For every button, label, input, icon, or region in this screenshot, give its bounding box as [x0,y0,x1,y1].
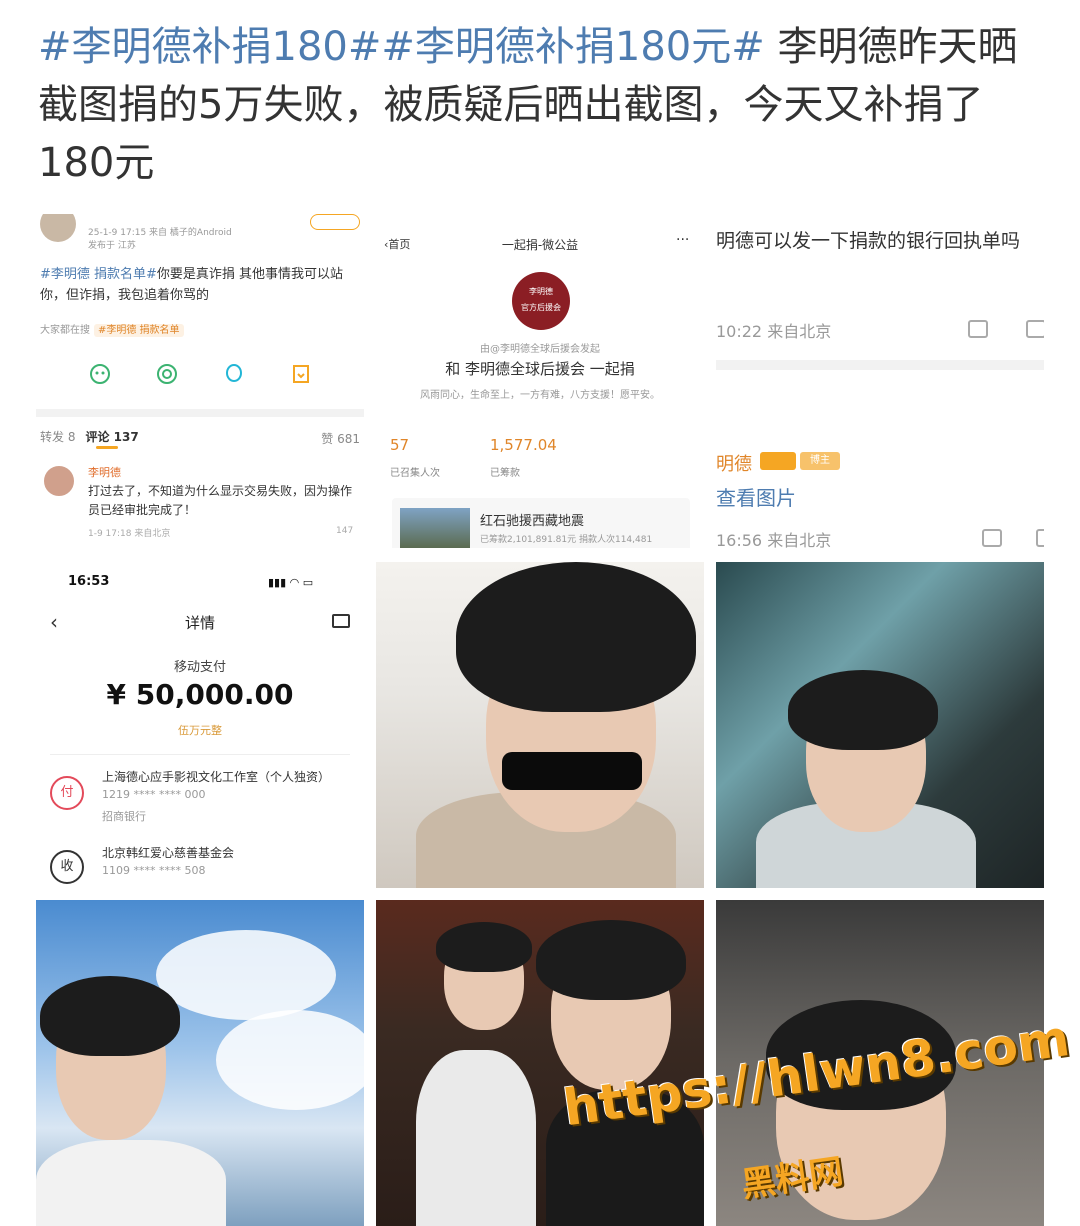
tab-repost: 转发 8 [40,430,76,444]
amount-label: 已筹款 [490,468,520,479]
image-donation-page[interactable]: ‹首页 一起捐-微公益 ··· 李明德 官方后援会 由@李明德全球后援会发起 和… [376,214,704,548]
photo [376,900,704,1226]
divider [50,754,350,755]
reply-time: 16:56 来自北京 [716,531,832,548]
comment-time: 10:22 来自北京 [716,322,832,341]
shirt [36,1140,226,1226]
comment-tabs: 转发 8 评论 137 [40,428,139,449]
likes-count: 赞 681 [321,432,360,446]
moments-icon [155,362,179,386]
comment-text: 明德可以发一下捐款的银行回执单吗 [716,230,1021,252]
comment-username: 李明德 [88,466,121,479]
comment-icon [1026,320,1044,338]
comment-icon [1036,529,1044,547]
qq-icon [222,362,246,386]
amount-in-words: 伍万元整 [178,724,222,737]
payer-account: 1219 **** **** 000 [102,788,206,801]
hashtag-link[interactable]: #李明德补捐180# [38,24,381,70]
post-text: #李明德补捐180##李明德补捐180元# 李明德昨天晒截图捐的5万失败，被质疑… [38,18,1048,192]
photo [36,900,364,1226]
campaign-title: 和 李明德全球后援会 一起捐 [445,360,635,378]
tab-underline [96,446,118,449]
save-icon [289,362,313,386]
status-time: 16:53 [68,574,110,589]
amount-raised: 1,577.04 [490,436,557,454]
pay-icon: 付 [50,776,84,810]
wechat-icon [88,362,112,386]
payment-method: 移动支付 [173,660,226,675]
receiver-name: 北京韩红爱心慈善基金会 [102,846,235,860]
comment-avatar [42,464,76,498]
organizer: 由@李明德全球后援会发起 [480,344,600,355]
hot-search-label: 大家都在搜 [40,325,90,336]
view-image-link: 查看图片 [716,486,796,510]
page-title: 一起捐-微公益 [501,238,579,252]
divider [716,360,1044,370]
share-row [36,362,364,386]
image-payment-receipt[interactable]: 16:53 ▮▮▮ ◠ ▭ ‹ 详情 移动支付 ¥ 50,000.00 伍万元整… [36,562,364,888]
hot-search: 大家都在搜 #李明德 捐款名单 [40,321,184,337]
related-campaign-title: 红石驰援西藏地震 [480,514,585,529]
tab-comment: 评论 137 [85,430,139,444]
image-selfie-sky[interactable] [36,900,364,1226]
post-content: #李明德 捐款名单#你要是真诈捐 其他事情我可以站你，但诈捐，我包追着你骂的 [40,264,362,306]
blogger-badge: 博主 [800,452,840,470]
hashtag-link[interactable]: #李明德补捐180元# [381,24,764,70]
comment-likes: 147 [336,526,354,536]
campaign-thumbnail [400,508,470,548]
photo [716,562,1044,888]
receive-icon: 收 [50,850,84,884]
hair [40,976,180,1056]
logo-line: 李明德 [529,287,553,296]
campaign-slogan: 风雨同心，生命至上，一方有难，八方支援！愿平安。 [420,390,660,401]
hair [536,920,686,1000]
image-selfie-cafe[interactable] [376,900,704,1226]
reply-username: 明德 [716,454,752,475]
cloud [216,1010,364,1110]
divider [36,409,364,417]
crown-icon [760,452,796,470]
share-icon [982,529,1002,547]
image-selfie-sunglasses[interactable] [376,562,704,888]
hair [436,922,532,972]
status-icons: ▮▮▮ ◠ ▭ [268,576,314,589]
people-count: 57 [390,436,410,454]
message-icon [332,614,350,628]
payment-amount: ¥ 50,000.00 [106,678,294,711]
image-weibo-thread[interactable]: 明德可以发一下捐款的银行回执单吗 10:22 来自北京 明德 博主 查看图片 1… [716,214,1044,548]
payer-bank: 招商银行 [102,810,146,823]
hot-search-chip: #李明德 捐款名单 [94,324,184,337]
hashtag: #李明德 捐款名单# [40,267,157,282]
hair [788,670,938,750]
post-meta: 25-1-9 17:15 来自 橘子的Android 发布于 江苏 [88,227,232,253]
shirt [416,1050,536,1226]
comment-meta: 1-9 17:18 来自北京 [88,529,171,539]
share-icon [968,320,988,338]
image-selfie-car[interactable] [716,562,1044,888]
receiver-account: 1109 **** **** 508 [102,864,206,877]
page-title: 详情 [184,614,215,632]
logo-line: 官方后援会 [521,303,561,312]
comment-text: 打过去了，不知道为什么显示交易失败，因为操作员已经审批完成了！ [88,484,353,517]
photo [376,562,704,888]
cloud [156,930,336,1020]
post-time: 25-1-9 17:15 来自 橘子的Android [88,228,232,238]
sunglasses [502,752,642,790]
post-location: 发布于 江苏 [88,241,136,251]
payer-name: 上海德心应手影视文化工作室（个人独资） [102,770,331,784]
fanclub-logo: 李明德 官方后援会 [512,272,570,330]
follow-button [310,214,360,230]
image-weibo-comments[interactable]: 25-1-9 17:15 来自 橘子的Android 发布于 江苏 #李明德 捐… [36,214,364,548]
more-icon: ··· [676,232,690,248]
related-campaign-stats: 已筹款2,101,891.81元 捐款人次114,481 [480,535,653,545]
people-label: 已召集人次 [390,468,440,479]
hair [456,562,696,712]
related-campaign-card: 红石驰援西藏地震 已筹款2,101,891.81元 捐款人次114,481 [392,498,690,548]
avatar [40,214,76,242]
